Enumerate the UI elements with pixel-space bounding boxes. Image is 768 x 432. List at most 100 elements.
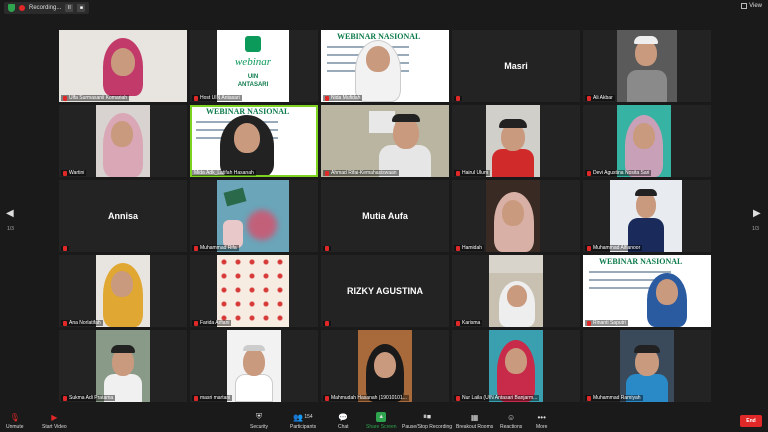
muted-mic-icon <box>325 95 329 101</box>
participant-name: Ali Akbar <box>585 95 615 101</box>
participant-tile[interactable]: Wartini <box>59 105 187 177</box>
page-indicator-right: 1/3 <box>752 226 759 232</box>
participants-icon: 👥 154 <box>293 412 313 422</box>
pause-stop-recording-button[interactable]: ⏸⏹ Pause/Stop Recording <box>402 412 452 430</box>
muted-mic-icon <box>63 95 67 101</box>
participant-name: masri martani <box>192 395 233 401</box>
muted-mic-icon <box>194 395 198 401</box>
participant-name: Hamidah <box>454 245 485 251</box>
more-dots-icon: ••• <box>537 412 546 422</box>
reactions-button[interactable]: ☺ Reactions <box>500 412 522 431</box>
muted-mic-icon <box>63 320 67 326</box>
participant-tile[interactable]: Karisma <box>452 255 580 327</box>
host-logo: webinar UIN ANTASARI <box>217 30 289 102</box>
video-feed <box>217 180 289 252</box>
video-feed <box>227 330 281 402</box>
share-screen-button[interactable]: ▲ Share Screen <box>366 412 397 430</box>
muted-mic-icon <box>456 320 460 326</box>
muted-mic-icon <box>194 245 198 251</box>
video-feed <box>610 180 682 252</box>
participant-tile[interactable]: WEBINAR NASIONAL Rinanti Saputri <box>583 255 711 327</box>
video-feed <box>96 330 150 402</box>
video-feed <box>321 105 449 177</box>
active-speaker-border <box>190 105 318 177</box>
participant-name <box>454 96 462 101</box>
participant-display-name: Mutia Aufa <box>362 211 408 221</box>
view-button[interactable]: View <box>741 3 762 9</box>
video-feed <box>358 330 412 402</box>
unmute-button[interactable]: 🎙 Unmute <box>6 412 24 431</box>
end-meeting-button[interactable]: End <box>740 415 762 427</box>
participant-name <box>323 321 331 326</box>
participants-button[interactable]: 👥 154 Participants <box>290 412 316 431</box>
muted-mic-icon <box>194 320 198 326</box>
smiley-icon: ☺ <box>507 412 516 422</box>
video-feed <box>617 105 671 177</box>
participant-display-name: Masri <box>504 61 528 71</box>
participant-tile[interactable]: Mahmudah Hasanah (19010101... <box>321 330 449 402</box>
stop-recording-button[interactable]: ■ <box>77 4 86 12</box>
breakout-rooms-button[interactable]: ▦ Breakout Rooms <box>456 412 493 431</box>
muted-mic-icon: 🎙 <box>9 412 20 422</box>
participant-name: Hairul Ulum <box>454 170 491 176</box>
participant-name <box>323 246 331 251</box>
pause-stop-icon: ⏸⏹ <box>423 412 432 421</box>
participant-display-name: RIZKY AGUSTINA <box>346 286 423 296</box>
participant-display-name: Annisa <box>107 211 138 221</box>
participant-tile[interactable]: Hairul Ulum <box>452 105 580 177</box>
participant-tile[interactable]: Muhammad Alfianoor <box>583 180 711 252</box>
video-feed: WEBINAR NASIONAL <box>321 30 449 102</box>
pause-recording-button[interactable]: II <box>65 4 74 12</box>
muted-mic-icon <box>587 95 591 101</box>
participant-tile[interactable]: Hamidah <box>452 180 580 252</box>
chat-bubble-icon: 💬 <box>338 412 349 422</box>
participant-tile[interactable]: Farida Arfiani <box>190 255 318 327</box>
participant-name: Muhammad Alfianoor <box>585 245 643 251</box>
participant-tile[interactable]: WEBINAR NASIONAL Nida Mufidah <box>321 30 449 102</box>
more-button[interactable]: ••• More <box>536 412 547 431</box>
uin-logo-icon <box>245 36 261 52</box>
participant-tile[interactable]: RIZKY AGUSTINA <box>321 255 449 327</box>
participant-name: Ana Norlatifah <box>61 320 103 326</box>
video-feed <box>489 255 543 327</box>
video-feed <box>486 105 540 177</box>
participant-name: Mida Adk_Latifah Hasanah <box>192 170 256 176</box>
participant-tile[interactable]: Ali Akbar <box>583 30 711 102</box>
video-gallery: Ulfa Surmasanii Komariah webinar UIN ANT… <box>57 30 711 402</box>
muted-mic-icon <box>587 395 591 401</box>
muted-mic-icon <box>63 246 67 251</box>
participant-tile[interactable]: Muhammad Rifa <box>190 180 318 252</box>
participant-tile[interactable]: Muhammad Ramiyah <box>583 330 711 402</box>
participant-name: Nida Mufidah <box>323 95 363 101</box>
previous-page-arrow-icon[interactable]: ◀ <box>6 208 14 219</box>
video-feed <box>489 330 543 402</box>
participant-tile[interactable]: Masri <box>452 30 580 102</box>
participant-tile[interactable]: webinar UIN ANTASARI Host UIN Antasari <box>190 30 318 102</box>
participant-name: Ulfa Surmasanii Komariah <box>61 95 130 101</box>
participant-tile[interactable]: Devi Agustina Nosita Sari <box>583 105 711 177</box>
video-off-icon: ▶ <box>51 412 58 422</box>
participant-tile[interactable]: Sukma Adi Pratama <box>59 330 187 402</box>
participant-name: Mahmudah Hasanah (19010101... <box>323 395 409 401</box>
participant-name: Muhammad Ramiyah <box>585 395 643 401</box>
participant-tile[interactable]: Mutia Aufa <box>321 180 449 252</box>
participant-tile[interactable]: Ulfa Surmasanii Komariah <box>59 30 187 102</box>
participant-tile[interactable]: Ahmad Rifai-Kemahasiswaan <box>321 105 449 177</box>
participant-name: Muhammad Rifa <box>192 245 239 251</box>
participant-tile[interactable]: masri martani <box>190 330 318 402</box>
participant-name: Ahmad Rifai-Kemahasiswaan <box>323 170 399 176</box>
breakout-rooms-icon: ▦ <box>470 412 479 422</box>
participant-tile[interactable]: Nur Laila (UIN Antasari Banjarm... <box>452 330 580 402</box>
muted-mic-icon <box>456 96 460 101</box>
start-video-button[interactable]: ▶ Start Video <box>42 412 67 431</box>
recording-dot-icon <box>19 5 25 11</box>
participant-tile-active-speaker[interactable]: WEBINAR NASIONAL Mida Adk_Latifah Hasana… <box>190 105 318 177</box>
video-feed: WEBINAR NASIONAL <box>583 255 711 327</box>
participant-name: Farida Arfiani <box>192 320 232 326</box>
next-page-arrow-icon[interactable]: ▶ <box>753 208 761 219</box>
participant-tile[interactable]: Ana Norlatifah <box>59 255 187 327</box>
security-button[interactable]: ⛨ Security <box>250 412 268 430</box>
chat-button[interactable]: 💬 Chat <box>338 412 349 431</box>
muted-mic-icon <box>456 245 460 251</box>
participant-tile[interactable]: Annisa <box>59 180 187 252</box>
